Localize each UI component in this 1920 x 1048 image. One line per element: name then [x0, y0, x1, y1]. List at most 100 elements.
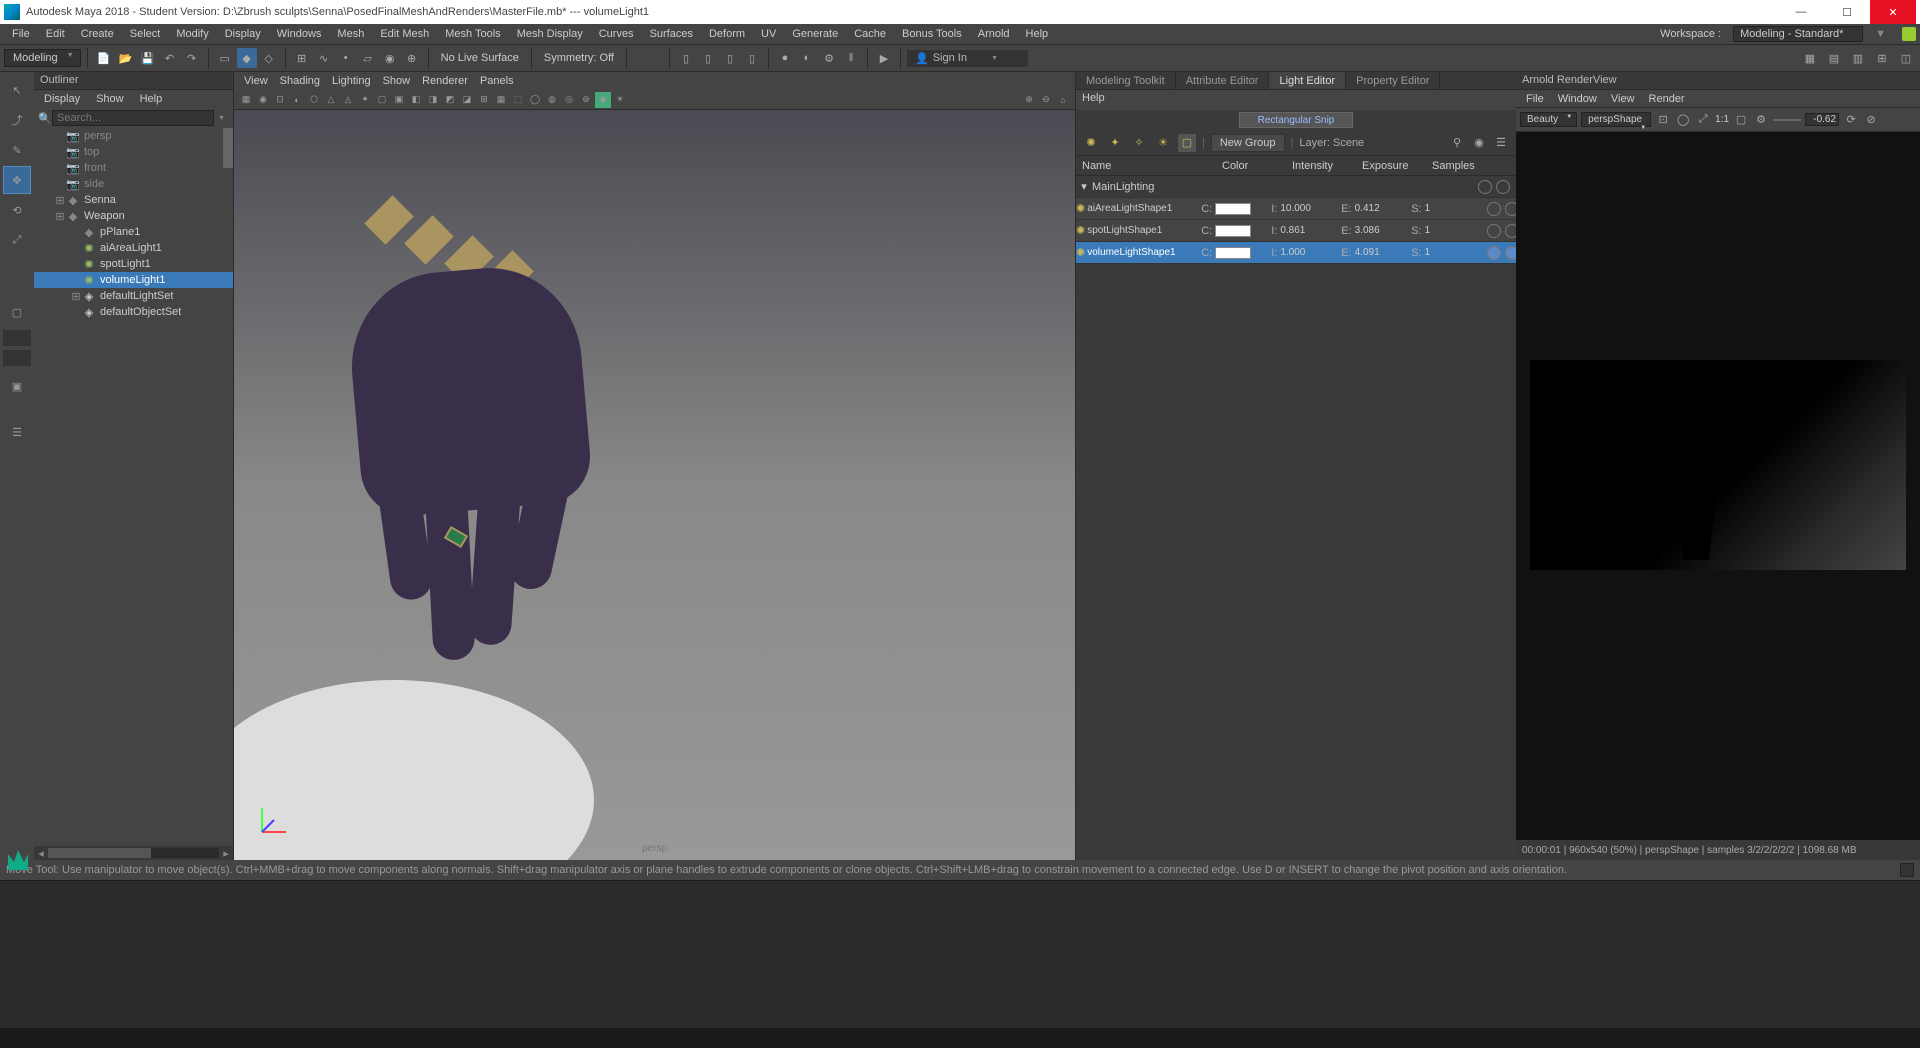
le-options-icon[interactable]: ☰ — [1492, 134, 1510, 152]
vp-icon[interactable]: ◯ — [527, 92, 543, 108]
add-point-light-icon[interactable]: ✺ — [1082, 134, 1100, 152]
col-name[interactable]: Name — [1082, 160, 1222, 172]
snap-grid-icon[interactable]: ⊞ — [292, 48, 312, 68]
le-menu-help[interactable]: Help — [1076, 90, 1516, 110]
enable-icon[interactable] — [1478, 180, 1492, 194]
vp-icon[interactable]: ◎ — [561, 92, 577, 108]
le-isolate-icon[interactable]: ◉ — [1470, 134, 1488, 152]
menu-generate[interactable]: Generate — [784, 26, 846, 42]
col-samples[interactable]: Samples — [1432, 160, 1502, 172]
panel-layout-icon-1[interactable]: ▦ — [1800, 48, 1820, 68]
rv-isolate-icon[interactable]: ⤢ — [1695, 112, 1711, 128]
tree-item-pPlane1[interactable]: ◆pPlane1 — [34, 224, 233, 240]
vp-icon[interactable]: ◪ — [459, 92, 475, 108]
vp-icon[interactable]: ◐ — [289, 92, 305, 108]
maximize-button[interactable]: ☐ — [1824, 0, 1870, 24]
outliner-hscroll[interactable]: ◂ ▸ — [34, 846, 233, 860]
menu-create[interactable]: Create — [73, 26, 122, 42]
rv-menu-file[interactable]: File — [1520, 93, 1550, 105]
menu-meshdisplay[interactable]: Mesh Display — [509, 26, 591, 42]
vp-icon[interactable]: ◍ — [544, 92, 560, 108]
move-tool[interactable]: ✥ — [3, 166, 31, 194]
layout-single-icon[interactable]: ▢ — [3, 298, 31, 326]
tree-item-persp[interactable]: 📷persp — [34, 128, 233, 144]
vp-icon[interactable]: ▢ — [374, 92, 390, 108]
menu-curves[interactable]: Curves — [591, 26, 642, 42]
paint-select-tool[interactable]: ✎ — [3, 136, 31, 164]
tree-item-Weapon[interactable]: ⊞◆Weapon — [34, 208, 233, 224]
menu-windows[interactable]: Windows — [269, 26, 330, 42]
timeline-icon-4[interactable]: ▯ — [742, 48, 762, 68]
outliner-toggle-icon[interactable]: ☰ — [3, 418, 31, 446]
tree-item-side[interactable]: 📷side — [34, 176, 233, 192]
add-spot-light-icon[interactable]: ✦ — [1106, 134, 1124, 152]
menu-uv[interactable]: UV — [753, 26, 784, 42]
add-area-light-icon[interactable]: ✧ — [1130, 134, 1148, 152]
tab-light-editor[interactable]: Light Editor — [1269, 72, 1346, 89]
menu-editmesh[interactable]: Edit Mesh — [372, 26, 437, 42]
panel-layout-icon-3[interactable]: ▥ — [1848, 48, 1868, 68]
select-component-icon[interactable]: ◇ — [259, 48, 279, 68]
menu-surfaces[interactable]: Surfaces — [642, 26, 701, 42]
vp-icon[interactable]: ⊖ — [1038, 92, 1054, 108]
vp-icon[interactable]: ⬚ — [510, 92, 526, 108]
tree-item-aiAreaLight1[interactable]: ✺aiAreaLight1 — [34, 240, 233, 256]
menu-deform[interactable]: Deform — [701, 26, 753, 42]
snap-curve-icon[interactable]: ∿ — [314, 48, 334, 68]
script-editor-icon[interactable] — [1900, 863, 1914, 877]
vp-icon[interactable]: ◉ — [255, 92, 271, 108]
minimize-button[interactable]: — — [1778, 0, 1824, 24]
render-settings-icon[interactable]: ⚙ — [819, 48, 839, 68]
vp-icon[interactable]: △ — [323, 92, 339, 108]
rv-menu-view[interactable]: View — [1605, 93, 1641, 105]
tree-item-front[interactable]: 📷front — [34, 160, 233, 176]
add-volume-light-icon[interactable]: ▢ — [1178, 134, 1196, 152]
hscroll-thumb[interactable] — [48, 848, 151, 858]
save-icon[interactable]: 💾 — [138, 48, 158, 68]
vp-icon[interactable]: ☀ — [612, 92, 628, 108]
new-scene-icon[interactable]: 📄 — [94, 48, 114, 68]
select-object-icon[interactable]: ◆ — [237, 48, 257, 68]
undo-icon[interactable]: ↶ — [160, 48, 180, 68]
scrollbar-thumb[interactable] — [223, 128, 233, 168]
viewport-canvas[interactable]: persp — [234, 110, 1075, 860]
vp-menu-lighting[interactable]: Lighting — [326, 75, 377, 87]
play-icon[interactable]: ▶ — [874, 48, 894, 68]
aov-dropdown[interactable]: Beauty — [1520, 112, 1577, 127]
layout-quad-icon[interactable] — [3, 330, 31, 346]
tree-item-defaultObjectSet[interactable]: ◈defaultObjectSet — [34, 304, 233, 320]
symmetry-dropdown[interactable]: Symmetry: Off — [538, 52, 620, 64]
render-canvas[interactable] — [1516, 132, 1920, 840]
vp-icon[interactable]: ⬡ — [306, 92, 322, 108]
panel-layout-icon-5[interactable]: ◫ — [1896, 48, 1916, 68]
timeline-icon-1[interactable]: ▯ — [676, 48, 696, 68]
scale-tool[interactable]: ⤢ — [3, 226, 31, 254]
menu-meshtools[interactable]: Mesh Tools — [437, 26, 508, 42]
isolate-icon[interactable] — [1496, 180, 1510, 194]
le-filter-icon[interactable]: ⚲ — [1448, 134, 1466, 152]
vp-menu-panels[interactable]: Panels — [474, 75, 520, 87]
menu-select[interactable]: Select — [122, 26, 169, 42]
tree-item-top[interactable]: 📷top — [34, 144, 233, 160]
outliner-tree[interactable]: 📷persp📷top📷front📷side⊞◆Senna⊞◆Weapon◆pPl… — [34, 128, 233, 846]
select-mode-icon[interactable]: ▭ — [215, 48, 235, 68]
outliner-menu-display[interactable]: Display — [38, 93, 86, 105]
select-tool[interactable]: ↖ — [3, 76, 31, 104]
vp-icon[interactable]: ▦ — [493, 92, 509, 108]
vp-icon[interactable]: ✦ — [357, 92, 373, 108]
tab-attribute-editor[interactable]: Attribute Editor — [1176, 72, 1270, 89]
vp-menu-show[interactable]: Show — [377, 75, 417, 87]
vp-icon-active[interactable]: ◉ — [595, 92, 611, 108]
menuset-dropdown[interactable]: Modeling — [4, 49, 81, 67]
timeline-icon-3[interactable]: ▯ — [720, 48, 740, 68]
col-color[interactable]: Color — [1222, 160, 1292, 172]
tab-modeling-toolkit[interactable]: Modeling Toolkit — [1076, 72, 1176, 89]
snap-toggle-icon[interactable]: ⊕ — [402, 48, 422, 68]
col-exposure[interactable]: Exposure — [1362, 160, 1432, 172]
snap-point-icon[interactable]: • — [336, 48, 356, 68]
light-row-aiAreaLightShape1[interactable]: ✺ aiAreaLightShape1 C: I: 10.000 E: 0.41… — [1076, 198, 1516, 220]
lock-icon[interactable] — [1902, 27, 1916, 41]
vp-menu-shading[interactable]: Shading — [274, 75, 326, 87]
vp-icon[interactable]: ▦ — [238, 92, 254, 108]
tree-item-defaultLightSet[interactable]: ⊞◈defaultLightSet — [34, 288, 233, 304]
